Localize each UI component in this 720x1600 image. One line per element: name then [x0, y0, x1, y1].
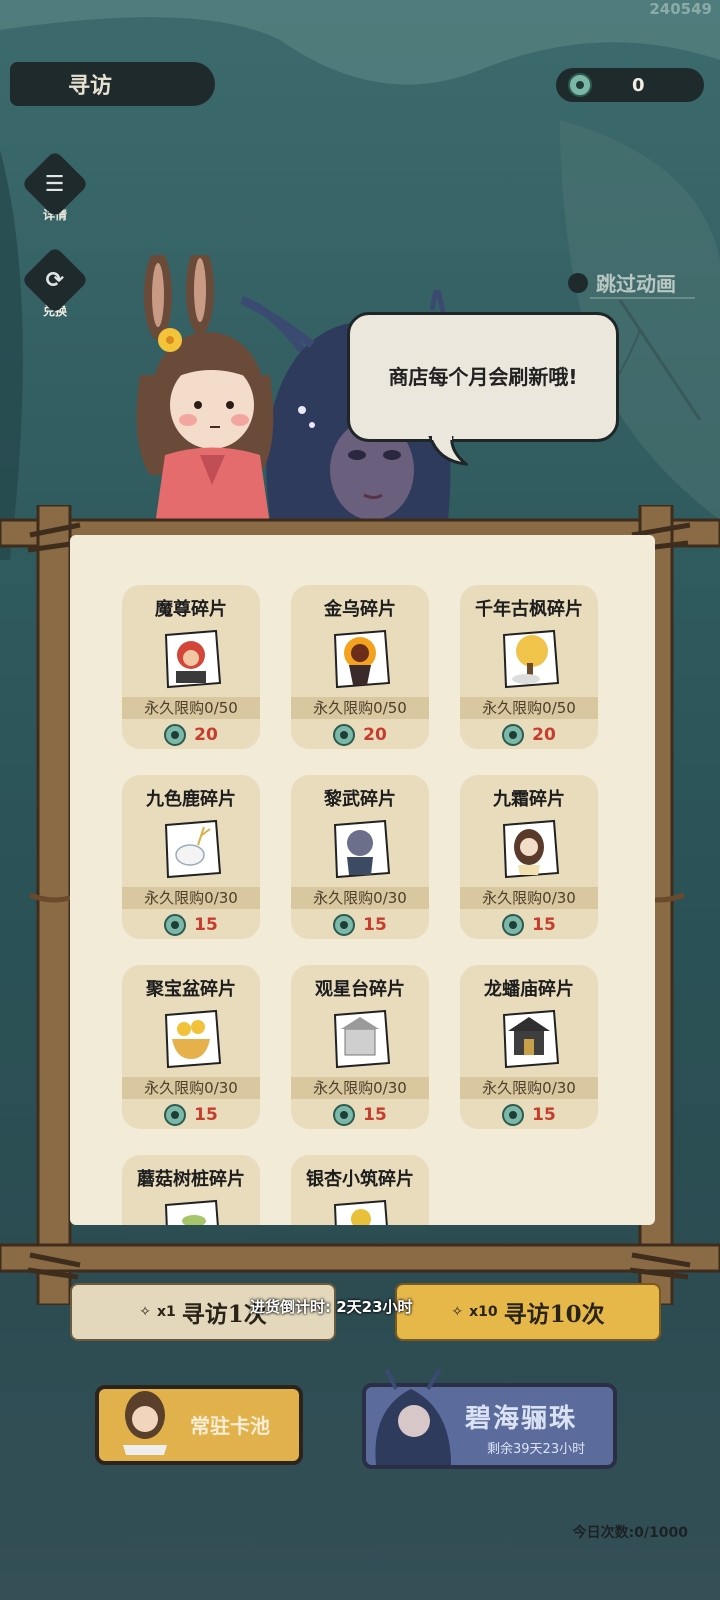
ticket-icon: ✧: [139, 1304, 151, 1320]
item-name: 金乌碎片: [324, 599, 396, 620]
jade-coin-icon: [333, 914, 356, 936]
item-limit: 永久限购0/30: [460, 1077, 598, 1099]
item-limit: 永久限购0/30: [291, 1077, 429, 1099]
item-price: 15: [122, 914, 260, 936]
ticket-icon: ✧: [451, 1304, 464, 1320]
item-name: 千年古枫碎片: [475, 599, 583, 620]
draw-once-multiplier: x1: [156, 1304, 176, 1320]
item-price: 15: [460, 1104, 598, 1126]
item-price: 15: [291, 914, 429, 936]
jiushuang-portrait-icon: [502, 819, 560, 879]
item-price: 20: [291, 724, 429, 746]
limited-pool-character-icon: [375, 1369, 451, 1465]
exchange-button[interactable]: ⟳ 兑换: [20, 246, 90, 319]
item-limit: 永久限购0/50: [460, 697, 598, 719]
shop-item-card[interactable]: 龙蟠庙碎片 永久限购0/30 15: [460, 965, 598, 1129]
item-limit: 永久限购0/30: [291, 887, 429, 909]
speech-bubble: 商店每个月会刷新哦!: [347, 312, 619, 442]
shop-item-card[interactable]: 金乌碎片 永久限购0/50 20: [291, 585, 429, 749]
item-limit: 永久限购0/30: [460, 887, 598, 909]
demon-lord-portrait-icon: [164, 629, 222, 689]
item-price-value: 20: [363, 725, 387, 745]
skip-underline: [590, 297, 695, 299]
item-price: 15: [122, 1104, 260, 1126]
item-name: 观星台碎片: [315, 979, 405, 1000]
nine-color-deer-icon: [164, 819, 222, 879]
standard-pool-label: 常驻卡池: [190, 1414, 270, 1438]
skip-radio-icon: [568, 272, 588, 293]
draw-ten-label: 寻访10次: [503, 1301, 605, 1328]
limited-pool-label: 碧海骊珠: [465, 1404, 578, 1434]
jade-coin-icon: [502, 914, 525, 936]
item-name: 九霜碎片: [493, 789, 565, 810]
speech-bubble-tail: [428, 436, 468, 466]
jade-coin-icon: [333, 1104, 356, 1126]
item-name: 蘑菇树桩碎片: [137, 1169, 245, 1190]
draw-ten-button[interactable]: ✧ x10 寻访10次: [395, 1283, 661, 1341]
item-price-value: 15: [532, 915, 556, 935]
jade-coin-icon: [164, 914, 187, 936]
item-limit: 永久限购0/50: [291, 697, 429, 719]
shop-item-card[interactable]: 魔尊碎片 永久限购0/50 20: [122, 585, 260, 749]
jade-coin-icon: [502, 1104, 525, 1126]
shop-paper: 魔尊碎片 永久限购0/50 20 金乌碎片 永久限购0/50 20 千年古枫碎片: [70, 535, 655, 1225]
item-name: 龙蟠庙碎片: [484, 979, 574, 1000]
shop-item-card[interactable]: 蘑菇树桩碎片: [122, 1155, 260, 1225]
item-name: 黎武碎片: [324, 789, 396, 810]
star-watching-tower-icon: [333, 1009, 391, 1069]
item-price: 15: [291, 1104, 429, 1126]
limited-pool-remaining: 剩余39天23小时: [487, 1442, 586, 1457]
item-price: 20: [460, 724, 598, 746]
rabbit-girl-character: [136, 255, 274, 525]
item-price-value: 15: [363, 915, 387, 935]
shop-item-card[interactable]: 九色鹿碎片 永久限购0/30 15: [122, 775, 260, 939]
shop-item-card[interactable]: 观星台碎片 永久限购0/30 15: [291, 965, 429, 1129]
draw-ten-multiplier: x10: [469, 1304, 498, 1320]
treasure-bowl-icon: [164, 1009, 222, 1069]
shop-item-card[interactable]: 聚宝盆碎片 永久限购0/30 15: [122, 965, 260, 1129]
item-limit: 永久限购0/30: [122, 1077, 260, 1099]
skip-animation-button[interactable]: 跳过动画: [568, 268, 676, 297]
jade-coin-icon: [502, 724, 525, 746]
item-name: 银杏小筑碎片: [306, 1169, 414, 1190]
liwu-portrait-icon: [333, 819, 391, 879]
shop-item-card[interactable]: 黎武碎片 永久限购0/30 15: [291, 775, 429, 939]
ginkgo-cottage-icon: [333, 1199, 388, 1225]
mushroom-stump-icon: [164, 1199, 219, 1225]
restock-countdown: 进货倒计时: 2天23小时: [250, 1298, 413, 1316]
standard-pool-character-icon: [123, 1391, 167, 1455]
shop-item-card[interactable]: 九霜碎片 永久限购0/30 15: [460, 775, 598, 939]
item-price-value: 15: [532, 1105, 556, 1125]
item-price: 20: [122, 724, 260, 746]
speech-bubble-text: 商店每个月会刷新哦!: [388, 365, 578, 389]
jade-coin-icon: [164, 724, 187, 746]
daily-count: 今日次数:0/1000: [572, 1525, 688, 1541]
dragon-temple-icon: [502, 1009, 560, 1069]
item-price-value: 15: [194, 1105, 218, 1125]
item-limit: 永久限购0/50: [122, 697, 260, 719]
item-price-value: 20: [532, 725, 556, 745]
item-limit: 永久限购0/30: [122, 887, 260, 909]
skip-animation-label: 跳过动画: [596, 272, 676, 296]
golden-crow-portrait-icon: [333, 629, 391, 689]
jade-coin-icon: [333, 724, 356, 746]
shop-item-card[interactable]: 银杏小筑碎片: [291, 1155, 429, 1225]
shop-item-card[interactable]: 千年古枫碎片 永久限购0/50 20: [460, 585, 598, 749]
item-name: 九色鹿碎片: [146, 789, 236, 810]
item-name: 魔尊碎片: [155, 599, 227, 620]
item-price: 15: [460, 914, 598, 936]
jade-coin-icon: [164, 1104, 187, 1126]
item-name: 聚宝盆碎片: [146, 979, 236, 1000]
details-button[interactable]: ☰ 详情: [20, 150, 90, 223]
item-price-value: 15: [363, 1105, 387, 1125]
item-price-value: 20: [194, 725, 218, 745]
item-price-value: 15: [194, 915, 218, 935]
ancient-maple-tree-icon: [502, 629, 560, 689]
